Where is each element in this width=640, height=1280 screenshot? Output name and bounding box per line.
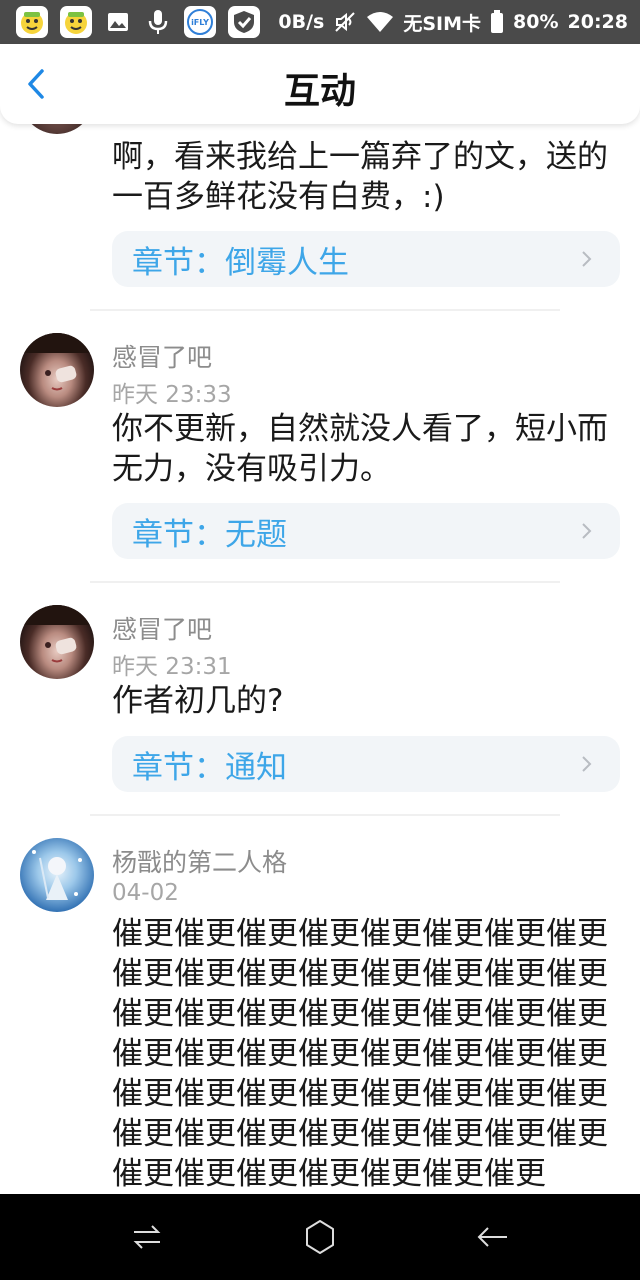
- comment-message: 作者初几的?: [112, 683, 284, 719]
- sim-status: 无SIM卡: [403, 12, 482, 35]
- comment-message: 催更催更催更催更催更催更催更催更催更催更催更催更催更催更催更催更催更催更催更催更…: [112, 916, 608, 1192]
- timestamp: 昨天 23:31: [112, 654, 232, 680]
- mute-icon: [333, 10, 357, 34]
- username[interactable]: 感冒了吧: [112, 610, 212, 646]
- chevron-right-icon: [582, 523, 592, 539]
- mic-icon: [144, 8, 172, 36]
- ifly-icon: iFLY: [184, 6, 216, 38]
- username[interactable]: 感冒了吧: [112, 338, 212, 374]
- wifi-icon: [366, 11, 394, 33]
- chapter-link[interactable]: 章节：倒霉人生: [112, 231, 620, 287]
- battery-icon: [490, 10, 504, 34]
- divider: [90, 309, 560, 311]
- chapter-label: 章节：通知: [132, 749, 287, 786]
- back-nav-button[interactable]: [463, 1207, 523, 1267]
- ifly-label: iFLY: [191, 17, 209, 27]
- switch-apps-icon: [133, 1225, 161, 1249]
- shield-check-icon: [228, 6, 260, 38]
- status-bar: iFLY 0B/s 无SIM卡 80% 20:28: [0, 0, 640, 44]
- home-button[interactable]: [290, 1207, 350, 1267]
- chapter-label: 章节：倒霉人生: [132, 244, 349, 281]
- clock: 20:28: [567, 11, 628, 33]
- divider: [90, 814, 560, 816]
- chapter-link[interactable]: 章节：通知: [112, 736, 620, 792]
- avatar[interactable]: [20, 333, 94, 407]
- page-title: 互动: [283, 71, 356, 112]
- chevron-right-icon: [582, 756, 592, 772]
- comment-message: 啊，看来我给上一篇弃了的文，送的一百多鲜花没有白费，:): [112, 139, 608, 215]
- switch-apps-button[interactable]: [117, 1207, 177, 1267]
- chapter-label: 章节：无题: [132, 516, 287, 553]
- app-icon: [60, 6, 92, 38]
- avatar[interactable]: [20, 838, 94, 912]
- back-icon: [477, 1227, 508, 1247]
- home-icon: [305, 1220, 334, 1254]
- chevron-right-icon: [582, 251, 592, 267]
- header: 互动: [0, 44, 640, 124]
- net-speed: 0B/s: [278, 11, 325, 33]
- battery-level: 80%: [513, 11, 559, 33]
- timestamp: 04-02: [112, 880, 179, 906]
- avatar[interactable]: [20, 605, 94, 679]
- divider: [90, 581, 560, 583]
- app-icon: [16, 6, 48, 38]
- chapter-link[interactable]: 章节：无题: [112, 503, 620, 559]
- navigation-bar: [0, 1194, 640, 1280]
- timestamp: 昨天 23:33: [112, 382, 232, 408]
- image-icon: [104, 8, 132, 36]
- avatar[interactable]: [20, 124, 94, 134]
- comment-list[interactable]: 啊，看来我给上一篇弃了的文，送的一百多鲜花没有白费，:) 章节：倒霉人生 感冒了…: [0, 124, 640, 1194]
- comment-message: 你不更新，自然就没人看了，短小而无力，没有吸引力。: [112, 411, 608, 487]
- username[interactable]: 杨戬的第二人格: [112, 843, 287, 879]
